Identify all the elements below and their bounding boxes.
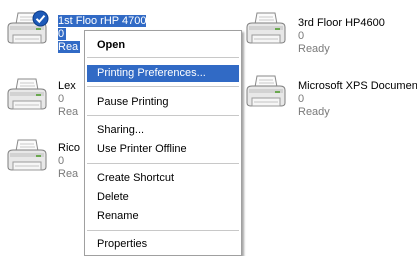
- printer-status: Rea: [58, 168, 79, 180]
- menu-item-create-shortcut[interactable]: Create Shortcut: [87, 170, 239, 187]
- printer-doc-count: 0: [298, 93, 305, 105]
- printer-icon: [244, 73, 288, 113]
- menu-separator: [87, 86, 239, 87]
- menu-item-rename[interactable]: Rename: [87, 208, 239, 225]
- printer-name: Lex: [58, 80, 76, 92]
- menu-item-properties[interactable]: Properties: [87, 236, 239, 253]
- menu-separator: [87, 115, 239, 116]
- menu-item-delete[interactable]: Delete: [87, 189, 239, 206]
- printer-status: Rea: [58, 41, 81, 53]
- printer-name: Microsoft XPS Documen: [298, 80, 417, 92]
- printer-icon: [244, 10, 288, 50]
- default-printer-check-icon: [32, 10, 49, 27]
- printer-icon: [5, 137, 49, 177]
- printer-doc-count: 0: [298, 30, 305, 42]
- printer-doc-count: 0: [58, 93, 65, 105]
- menu-item-open[interactable]: Open: [87, 37, 239, 54]
- menu-separator: [87, 163, 239, 164]
- printer-status: Ready: [298, 43, 330, 55]
- printer-name: 3rd Floor HP4600: [298, 17, 385, 29]
- menu-item-sharing[interactable]: Sharing...: [87, 122, 239, 139]
- printer-doc-count: 0: [58, 28, 67, 40]
- menu-separator: [87, 230, 239, 231]
- printer-context-menu: Open Printing Preferences... Pause Print…: [84, 30, 242, 256]
- menu-item-printing-preferences[interactable]: Printing Preferences...: [87, 65, 239, 82]
- printer-name: 1st Floo rHP 4700: [58, 15, 147, 27]
- menu-item-pause-printing[interactable]: Pause Printing: [87, 94, 239, 111]
- printer-status: Rea: [58, 106, 79, 118]
- printer-doc-count: 0: [58, 155, 65, 167]
- menu-item-use-printer-offline[interactable]: Use Printer Offline: [87, 141, 239, 158]
- menu-separator: [87, 57, 239, 58]
- printer-icon: [5, 76, 49, 116]
- printer-name: Rico: [58, 142, 81, 154]
- printer-status: Ready: [298, 106, 330, 118]
